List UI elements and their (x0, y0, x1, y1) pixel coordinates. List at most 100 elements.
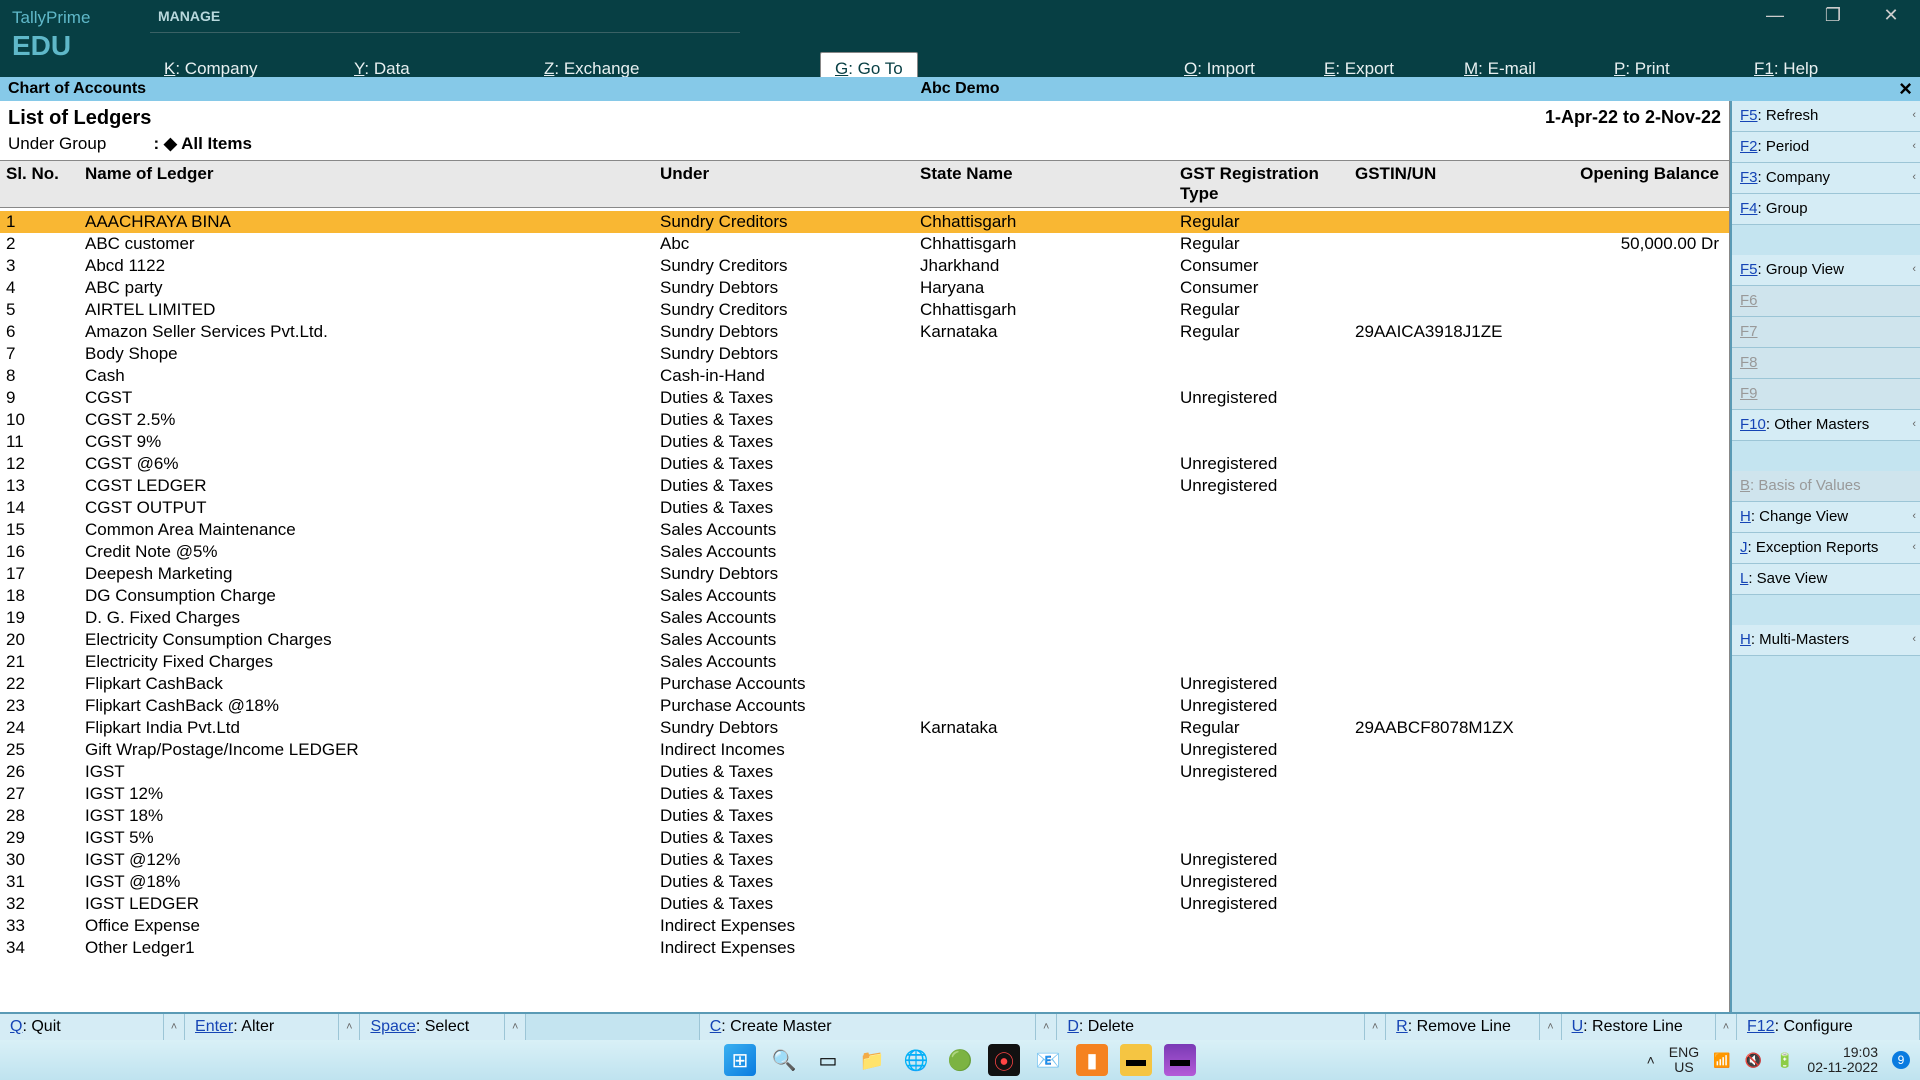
clock[interactable]: 19:0302-11-2022 (1807, 1045, 1878, 1075)
chrome-icon[interactable]: 🌐 (900, 1044, 932, 1076)
ledger-rows: 1AAACHRAYA BINASundry CreditorsChhattisg… (0, 208, 1729, 1019)
side-f8-button: F8 (1732, 348, 1920, 379)
table-row[interactable]: 1AAACHRAYA BINASundry CreditorsChhattisg… (0, 211, 1729, 233)
battery-icon[interactable]: 🔋 (1776, 1052, 1793, 1069)
caret-up-icon[interactable]: ˄ (505, 1014, 526, 1040)
bottom-r-button[interactable]: R: Remove Line (1386, 1014, 1540, 1040)
table-row[interactable]: 18DG Consumption ChargeSales Accounts (0, 585, 1729, 607)
table-row[interactable]: 33Office ExpenseIndirect Expenses (0, 915, 1729, 937)
table-row[interactable]: 6Amazon Seller Services Pvt.Ltd.Sundry D… (0, 321, 1729, 343)
caret-up-icon[interactable]: ˄ (1365, 1014, 1386, 1040)
table-row[interactable]: 29IGST 5%Duties & Taxes (0, 827, 1729, 849)
side-j-button[interactable]: J: Exception Reports‹ (1732, 533, 1920, 564)
table-row[interactable]: 8CashCash-in-Hand (0, 365, 1729, 387)
caret-up-icon[interactable]: ˄ (164, 1014, 185, 1040)
caret-up-icon[interactable]: ˄ (1036, 1014, 1057, 1040)
col-name: Name of Ledger (85, 164, 660, 204)
table-row[interactable]: 31IGST @18%Duties & TaxesUnregistered (0, 871, 1729, 893)
side-f5-button[interactable]: F5: Group View‹ (1732, 255, 1920, 286)
col-sl: Sl. No. (0, 164, 85, 204)
outlook-icon[interactable]: 📧 (1032, 1044, 1064, 1076)
side-h-button[interactable]: H: Change View‹ (1732, 502, 1920, 533)
side-l-button[interactable]: L: Save View (1732, 564, 1920, 595)
bottom-f12-button[interactable]: F12: Configure (1737, 1014, 1920, 1040)
volume-icon[interactable]: 🔇 (1745, 1052, 1762, 1069)
table-row[interactable]: 21Electricity Fixed ChargesSales Account… (0, 651, 1729, 673)
taskbar-center: ⊞ 🔍 ▭ 📁 🌐 🟢 ⦿ 📧 ▮ ▬ ▬ (724, 1044, 1196, 1076)
bottom-u-button[interactable]: U: Restore Line (1562, 1014, 1716, 1040)
start-icon[interactable]: ⊞ (724, 1044, 756, 1076)
side-f3-button[interactable]: F3: Company‹ (1732, 163, 1920, 194)
side-f10-button[interactable]: F10: Other Masters‹ (1732, 410, 1920, 441)
bottom-d-button[interactable]: D: Delete (1057, 1014, 1365, 1040)
table-row[interactable]: 14CGST OUTPUTDuties & Taxes (0, 497, 1729, 519)
table-row[interactable]: 22Flipkart CashBackPurchase AccountsUnre… (0, 673, 1729, 695)
side-h-button[interactable]: H: Multi-Masters‹ (1732, 625, 1920, 656)
chevron-up-icon[interactable]: ˄ (1647, 1052, 1655, 1068)
close-screen-icon[interactable]: × (1899, 76, 1912, 102)
minimize-button[interactable]: — (1746, 0, 1804, 30)
explorer-icon[interactable]: 📁 (856, 1044, 888, 1076)
search-icon[interactable]: 🔍 (768, 1044, 800, 1076)
table-row[interactable]: 10CGST 2.5%Duties & Taxes (0, 409, 1729, 431)
app-icon-4[interactable]: ▬ (1164, 1044, 1196, 1076)
table-row[interactable]: 13CGST LEDGERDuties & TaxesUnregistered (0, 475, 1729, 497)
list-title: List of Ledgers (8, 107, 1721, 130)
col-regtype: GST Registration Type (1180, 164, 1355, 204)
side-f6-button: F6 (1732, 286, 1920, 317)
table-row[interactable]: 23Flipkart CashBack @18%Purchase Account… (0, 695, 1729, 717)
table-row[interactable]: 4ABC partySundry DebtorsHaryanaConsumer (0, 277, 1729, 299)
table-row[interactable]: 27IGST 12%Duties & Taxes (0, 783, 1729, 805)
table-row[interactable]: 15Common Area MaintenanceSales Accounts (0, 519, 1729, 541)
app-icon-1[interactable]: ⦿ (988, 1044, 1020, 1076)
side-f4-button[interactable]: F4: Group (1732, 194, 1920, 225)
app-edition: EDU (12, 30, 138, 62)
context-bar: Chart of Accounts Abc Demo × (0, 77, 1920, 101)
caret-up-icon[interactable]: ˄ (1716, 1014, 1737, 1040)
table-row[interactable]: 20Electricity Consumption ChargesSales A… (0, 629, 1729, 651)
column-header: Sl. No. Name of Ledger Under State Name … (0, 160, 1729, 208)
chrome-alt-icon[interactable]: 🟢 (944, 1044, 976, 1076)
col-open: Opening Balance (1575, 164, 1729, 204)
table-row[interactable]: 30IGST @12%Duties & TaxesUnregistered (0, 849, 1729, 871)
app-icon-3[interactable]: ▬ (1120, 1044, 1152, 1076)
table-row[interactable]: 7Body ShopeSundry Debtors (0, 343, 1729, 365)
table-row[interactable]: 24Flipkart India Pvt.LtdSundry DebtorsKa… (0, 717, 1729, 739)
bottom-c-button[interactable]: C: Create Master (700, 1014, 1036, 1040)
bottom-enter-button[interactable]: Enter: Alter (185, 1014, 339, 1040)
table-row[interactable]: 12CGST @6%Duties & TaxesUnregistered (0, 453, 1729, 475)
company-name: Abc Demo (920, 80, 999, 98)
bottom-space-button[interactable]: Space: Select (360, 1014, 505, 1040)
table-row[interactable]: 32IGST LEDGERDuties & TaxesUnregistered (0, 893, 1729, 915)
table-row[interactable]: 19D. G. Fixed ChargesSales Accounts (0, 607, 1729, 629)
table-row[interactable]: 28IGST 18%Duties & Taxes (0, 805, 1729, 827)
manage-label[interactable]: MANAGE (158, 8, 220, 24)
table-row[interactable]: 16Credit Note @5%Sales Accounts (0, 541, 1729, 563)
table-row[interactable]: 34Other Ledger1Indirect Expenses (0, 937, 1729, 959)
language-indicator[interactable]: ENGUS (1669, 1045, 1699, 1075)
table-row[interactable]: 3Abcd 1122Sundry CreditorsJharkhandConsu… (0, 255, 1729, 277)
taskview-icon[interactable]: ▭ (812, 1044, 844, 1076)
notification-badge[interactable]: 9 (1892, 1051, 1910, 1069)
side-f5-button[interactable]: F5: Refresh‹ (1732, 101, 1920, 132)
side-f2-button[interactable]: F2: Period‹ (1732, 132, 1920, 163)
wifi-icon[interactable]: 📶 (1713, 1052, 1730, 1069)
restore-button[interactable]: ❐ (1804, 0, 1862, 30)
table-row[interactable]: 25Gift Wrap/Postage/Income LEDGERIndirec… (0, 739, 1729, 761)
bottom-q-button[interactable]: Q: Quit (0, 1014, 164, 1040)
taskbar-right: ˄ ENGUS 📶 🔇 🔋 19:0302-11-2022 9 (1647, 1045, 1910, 1075)
bottom-bar: Q: Quit˄Enter: Alter˄Space: Select˄C: Cr… (0, 1012, 1920, 1040)
under-group-filter[interactable]: Under Group : ◆ All Items (0, 132, 1729, 160)
table-row[interactable]: 11CGST 9%Duties & Taxes (0, 431, 1729, 453)
close-button[interactable]: ✕ (1862, 0, 1920, 30)
table-row[interactable]: 2ABC customerAbcChhattisgarhRegular50,00… (0, 233, 1729, 255)
title-bar: TallyPrime EDU MANAGE K: CompanyY: DataZ… (0, 0, 1920, 77)
side-b-button: B: Basis of Values (1732, 471, 1920, 502)
table-row[interactable]: 26IGSTDuties & TaxesUnregistered (0, 761, 1729, 783)
app-icon-2[interactable]: ▮ (1076, 1044, 1108, 1076)
caret-up-icon[interactable]: ˄ (1540, 1014, 1561, 1040)
table-row[interactable]: 9CGSTDuties & TaxesUnregistered (0, 387, 1729, 409)
table-row[interactable]: 17Deepesh MarketingSundry Debtors (0, 563, 1729, 585)
table-row[interactable]: 5AIRTEL LIMITEDSundry CreditorsChhattisg… (0, 299, 1729, 321)
caret-up-icon[interactable]: ˄ (339, 1014, 360, 1040)
